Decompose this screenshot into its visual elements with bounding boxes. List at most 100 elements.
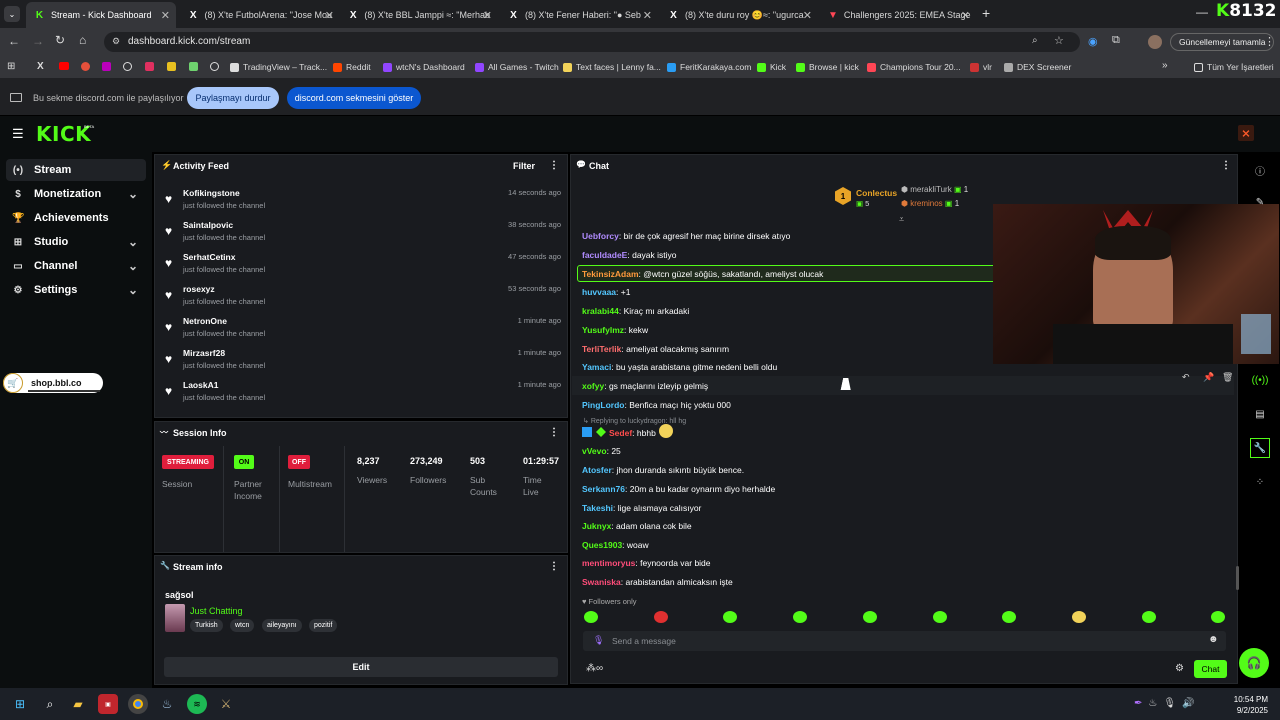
chat-username[interactable]: Atosfer [582, 465, 612, 475]
filter-button[interactable]: Filter [513, 161, 535, 171]
follower-name[interactable]: LaoskA1 [183, 380, 218, 390]
chat-username[interactable]: Uebforcy [582, 231, 619, 241]
bookmark-item[interactable]: All Games - Twitch [475, 62, 559, 72]
stream-tag[interactable]: aileyayını [262, 619, 302, 632]
close-tab-icon[interactable]: ✕ [961, 9, 970, 22]
steam-tray-icon[interactable]: ♨ [1148, 698, 1163, 709]
user-avatar[interactable]: ⨯ [1238, 125, 1254, 141]
bookmark-item[interactable]: Kick [757, 62, 786, 72]
sidebar-item-settings[interactable]: ⚙ Settings ⌄ [6, 279, 146, 301]
session-menu-icon[interactable]: ⋮ [549, 427, 559, 438]
bookmark-item[interactable]: TradingView – Track... [230, 62, 327, 72]
emote-icon[interactable] [932, 611, 947, 623]
close-tab-icon[interactable]: ✕ [803, 9, 812, 22]
chat-username[interactable]: TerliTerlik [582, 344, 621, 354]
tab-search-button[interactable]: ⌄ [4, 6, 20, 22]
chat-username[interactable]: TekinsizAdam [582, 269, 639, 279]
support-chat-button[interactable]: 🎧 [1239, 648, 1269, 678]
spotify-icon[interactable]: ≋ [187, 694, 207, 714]
webcam-overlay[interactable] [993, 204, 1279, 364]
chat-username[interactable]: faculdadeE [582, 250, 627, 260]
stop-sharing-button[interactable]: Paylaşmayı durdur [187, 87, 279, 109]
close-tab-icon[interactable]: ✕ [643, 9, 652, 22]
chat-message[interactable]: Yamaci: bu yaşta arabistana gitme nedeni… [582, 362, 777, 372]
chat-message[interactable]: mentimoryus: feynoorda var bide [582, 558, 711, 568]
edit-pencil-icon[interactable]: ✎ [1250, 192, 1270, 212]
browser-tab[interactable]: X (8) X'te BBL Jamppi ≈: "Merhab ✕ [340, 2, 498, 28]
chat-message[interactable]: Atosfer: jhon duranda sıkıntı büyük benc… [582, 465, 744, 475]
bookmark-icon-5[interactable] [123, 62, 132, 71]
category-name[interactable]: Just Chatting [190, 606, 243, 616]
update-button[interactable]: Güncellemeyi tamamla [1170, 33, 1275, 51]
chat-message[interactable]: Sedef: hbhb [609, 428, 656, 438]
chat-infinity-icon[interactable]: ⁂∞ [586, 663, 603, 674]
follower-name[interactable]: rosexyz [183, 284, 215, 294]
broadcast-icon[interactable]: ((•)) [1250, 370, 1270, 390]
sidebar-item-studio[interactable]: ⊞ Studio ⌄ [6, 231, 146, 253]
chat-undo-icon[interactable]: ↶ [1182, 372, 1190, 383]
bookmark-item[interactable]: Reddit [333, 62, 371, 72]
mic-tray-icon[interactable]: 🎙 [1163, 698, 1182, 709]
follower-name[interactable]: Saintalpovic [183, 220, 233, 230]
hamburger-menu-icon[interactable]: ☰ [12, 126, 24, 142]
bookmark-item[interactable]: DEX Screener [1004, 62, 1071, 72]
reload-icon[interactable]: ↻ [55, 33, 65, 47]
youtube-bookmark-icon[interactable] [59, 62, 69, 70]
chat-message[interactable]: xofyy: gs maçlarını izleyip gelmiş [582, 381, 708, 391]
chat-message[interactable]: Serkann76: 20m a bu kadar oynarım diyo h… [582, 484, 775, 494]
chat-pin-icon[interactable]: 📌 [1203, 372, 1214, 383]
windows-start-icon[interactable]: ⊞ [10, 694, 30, 714]
apps-grid-icon[interactable]: ⊞ [7, 61, 15, 72]
bookmark-item[interactable]: Text faces | Lenny fa... [563, 62, 661, 72]
sidebar-item-stream[interactable]: (•) Stream [6, 159, 146, 181]
emote-icon[interactable] [1071, 611, 1086, 623]
bookmark-icon-4[interactable] [102, 62, 111, 71]
file-explorer-icon[interactable]: ▰ [68, 694, 88, 714]
chat-message[interactable]: huvvaaa: +1 [582, 287, 630, 297]
follower-name[interactable]: NetronOne [183, 316, 227, 326]
activity-menu-icon[interactable]: ⋮ [549, 160, 559, 171]
bookmark-item[interactable]: Browse | kick [796, 62, 859, 72]
sidebar-item-channel[interactable]: ▭ Channel ⌄ [6, 255, 146, 277]
bookmark-item[interactable]: Champions Tour 20... [867, 62, 961, 72]
taskbar-app-icon[interactable]: ▣ [98, 694, 118, 714]
emote-icon[interactable] [862, 611, 877, 623]
profile-avatar[interactable] [1148, 35, 1162, 49]
follower-name[interactable]: Kofikingstone [183, 188, 240, 198]
bookmarks-overflow-icon[interactable]: » [1162, 60, 1168, 71]
zoom-icon[interactable]: ⌕ [1032, 35, 1038, 46]
kick-logo[interactable]: KICK [36, 122, 91, 146]
taskbar-clock[interactable]: 10:54 PM 9/2/2025 [1226, 694, 1268, 716]
top-gifter-name[interactable]: Conlectus [856, 188, 897, 198]
chat-message[interactable]: faculdadeE: dayak istiyo [582, 250, 677, 260]
bookmark-item[interactable]: wtcN's Dashboard [383, 62, 465, 72]
stream-tag[interactable]: pozitif [309, 619, 338, 632]
volume-icon[interactable]: 🔊 [1182, 698, 1200, 709]
gifter-3[interactable]: ⬢ kreminos ▣ 1 [901, 199, 959, 208]
bookmark-icon-7[interactable] [167, 62, 176, 71]
chat-message[interactable]: Swaniska: arabistandan almicaksın işte [582, 577, 733, 587]
league-client-icon[interactable]: ⚔ [216, 694, 236, 714]
minimize-button[interactable]: — [1196, 5, 1208, 19]
follower-name[interactable]: SerhatCetinx [183, 252, 235, 262]
emote-icon[interactable] [1141, 611, 1156, 623]
chevron-down-icon[interactable]: ⌄ [128, 259, 138, 273]
bookmark-icon-6[interactable] [145, 62, 154, 71]
home-icon[interactable]: ⌂ [79, 33, 86, 47]
bookmark-item[interactable]: vlr [970, 62, 992, 72]
chat-username[interactable]: kralabi44 [582, 306, 619, 316]
chat-username[interactable]: mentimoryus [582, 558, 635, 568]
follower-name[interactable]: Mirzasrf28 [183, 348, 225, 358]
chat-username[interactable]: Yusufylmz [582, 325, 624, 335]
chat-username[interactable]: vVevo [582, 446, 607, 456]
edit-stream-button[interactable]: Edit [164, 657, 558, 677]
chat-message[interactable]: Juknyx: adam olana cok bile [582, 521, 692, 531]
chat-message[interactable]: Uebforcy: bir de çok agresif her maç bir… [582, 231, 790, 241]
bookmark-item[interactable]: FeritKarakaya.com [667, 62, 751, 72]
chrome-icon[interactable] [128, 694, 148, 714]
x-bookmark-icon[interactable]: X [37, 61, 44, 72]
chat-menu-icon[interactable]: ⋮ [1221, 160, 1231, 171]
browser-tab[interactable]: X (8) X'te Fener Haberi: "● Seb ✕ [500, 2, 658, 28]
browser-tab[interactable]: K Stream - Kick Dashboard ✕ [26, 2, 176, 28]
browser-tab[interactable]: X (8) X'te FutbolArena: "Jose Mou ✕ [180, 2, 340, 28]
